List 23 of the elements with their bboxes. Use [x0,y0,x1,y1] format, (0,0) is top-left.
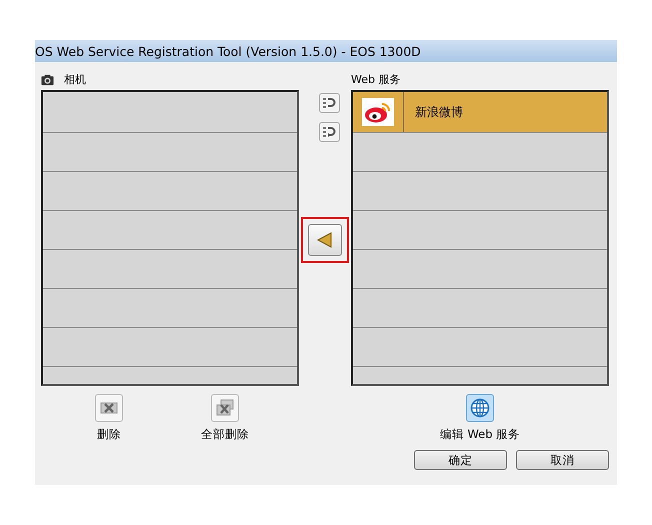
export-button[interactable] [318,122,340,142]
service-item[interactable]: 新浪微博 [353,92,607,133]
cancel-button[interactable]: 取消 [516,450,609,470]
globe-icon [470,398,490,418]
delete-all-label: 全部删除 [201,427,249,442]
ok-button[interactable]: 确定 [414,450,507,470]
weibo-logo-icon [362,98,394,126]
import-icon [322,96,336,110]
camera-list-label: 相机 [64,72,86,87]
camera-list[interactable] [41,90,299,386]
edit-web-services-button[interactable] [466,394,494,422]
add-to-camera-button[interactable] [308,224,342,256]
camera-icon [41,74,54,86]
delete-button[interactable] [95,394,123,422]
delete-all-button[interactable] [211,394,239,422]
import-button[interactable] [318,93,340,113]
service-name: 新浪微博 [415,104,463,120]
export-icon [322,125,336,139]
edit-web-services-label: 编辑 Web 服务 [440,427,520,442]
delete-label: 删除 [97,427,121,442]
delete-all-icon [215,398,235,418]
web-services-label: Web 服务 [351,72,400,87]
window-title: OS Web Service Registration Tool (Version 1.5.0) - EOS 1300D [35,44,421,58]
